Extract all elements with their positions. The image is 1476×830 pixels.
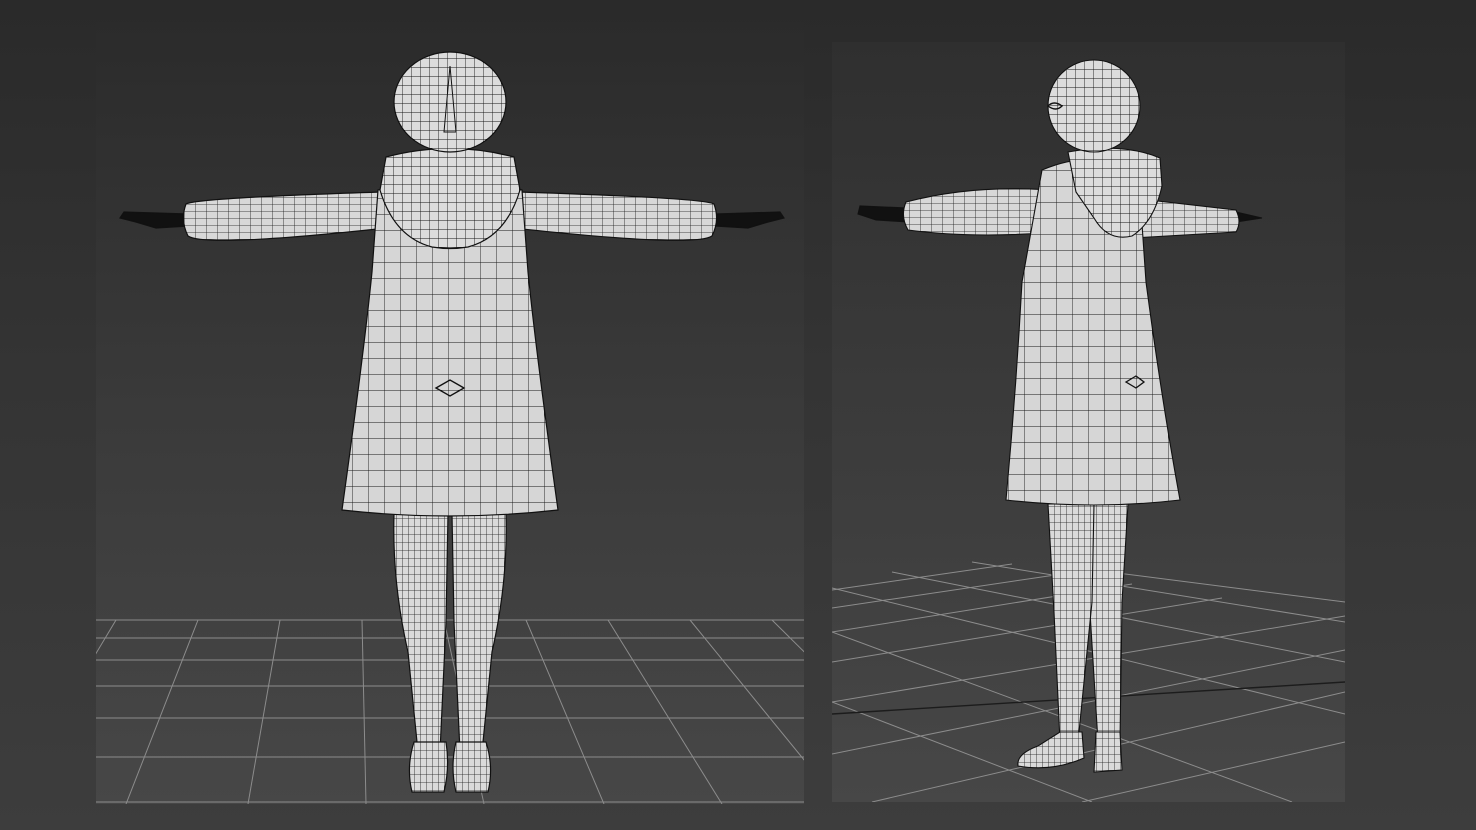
left-leg: [393, 513, 449, 753]
left-hand: [857, 205, 911, 223]
character-mesh-back[interactable]: [119, 51, 785, 793]
left-shoe: [408, 741, 449, 793]
right-hand: [715, 211, 785, 229]
left-sleeve: [182, 191, 397, 241]
ground-grid: [96, 619, 804, 804]
viewport-front-canvas: [96, 51, 804, 804]
back-leg: [1089, 503, 1129, 743]
character-mesh-perspective[interactable]: [857, 59, 1263, 773]
right-sleeve: [503, 191, 718, 241]
back-shoe: [1093, 731, 1123, 773]
right-hand: [1235, 211, 1263, 223]
front-shoe: [1017, 731, 1085, 769]
viewport-perspective-canvas: [832, 59, 1345, 802]
viewport-front[interactable]: [96, 22, 804, 804]
left-hand: [119, 211, 189, 229]
viewport-perspective[interactable]: [832, 42, 1345, 802]
right-shoe: [452, 741, 492, 793]
front-leg: [1047, 503, 1095, 743]
right-leg: [451, 513, 507, 753]
